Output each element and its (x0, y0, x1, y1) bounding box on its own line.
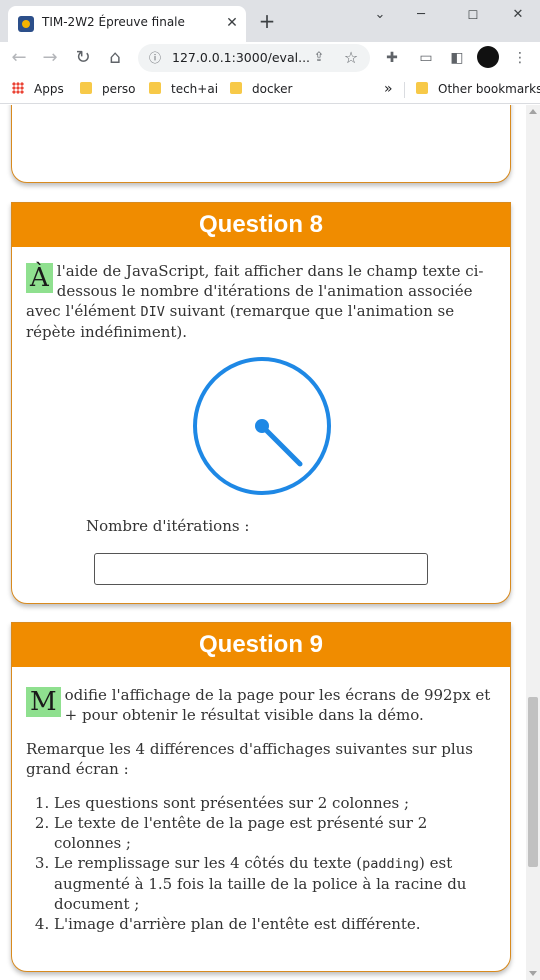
apps-grid-icon (12, 82, 24, 94)
share-icon[interactable]: ⇪ (310, 49, 328, 67)
question-8-code: DIV (140, 304, 165, 320)
list-item-text: Les questions sont présentées sur 2 colo… (54, 794, 410, 812)
list-item-text: Le texte de l'entête de la page est prés… (54, 814, 428, 852)
profile-avatar[interactable] (477, 46, 499, 68)
bookmark-folder-perso[interactable]: perso (80, 81, 136, 97)
folder-icon (416, 82, 428, 94)
list-item-text: L'image d'arrière plan de l'entête est d… (54, 915, 421, 933)
cast-icon[interactable]: ▭ (416, 48, 436, 68)
list-item-code: padding (362, 856, 420, 872)
question-9-remark: Remarque les 4 différences d'affichages … (26, 740, 473, 778)
site-favicon-icon (18, 16, 34, 32)
bookmark-label: Apps (34, 82, 64, 96)
question-9-body: Modifie l'affichage de la page pour les … (12, 667, 510, 934)
bookmark-star-icon[interactable]: ☆ (341, 48, 361, 68)
back-arrow-icon[interactable]: ← (7, 46, 31, 70)
folder-icon (149, 82, 161, 94)
animated-clock-div (193, 357, 331, 495)
reload-icon[interactable]: ↻ (71, 46, 95, 70)
question-9-title: Question 9 (12, 623, 510, 667)
bookmark-folder-tech-ai[interactable]: tech+ai (149, 81, 218, 97)
bookmark-label: tech+ai (171, 82, 219, 96)
scroll-down-arrow-icon[interactable] (529, 971, 537, 976)
new-tab-icon[interactable]: + (256, 10, 278, 32)
folder-icon (230, 82, 242, 94)
home-icon[interactable]: ⌂ (103, 46, 127, 70)
clock-hand (259, 423, 303, 467)
list-item: Les questions sont présentées sur 2 colo… (54, 793, 496, 813)
extensions-puzzle-icon[interactable]: ✚ (382, 48, 402, 68)
browser-toolbar: ← → ↻ ⌂ ⓘ 127.0.0.1:3000/eval... ⇪ ☆ ✚ ▭… (0, 42, 540, 74)
question-8-text: À l'aide de JavaScript, fait afficher da… (26, 261, 496, 342)
tab-close-icon[interactable]: ✕ (222, 13, 242, 33)
side-panel-icon[interactable]: ◧ (447, 48, 467, 68)
bookmarks-separator (404, 82, 405, 98)
url-text: 127.0.0.1:3000/eval... (172, 50, 311, 65)
tab-title: TIM-2W2 Épreuve finale (42, 15, 185, 29)
list-item-text: Le remplissage sur les 4 côtés du texte … (54, 854, 363, 872)
clock-pivot (255, 419, 269, 433)
browser-tab-active[interactable]: TIM-2W2 Épreuve finale ✕ (8, 6, 246, 42)
other-bookmarks[interactable]: Other bookmarks (416, 81, 540, 97)
browser-menu-icon[interactable]: ⋮ (510, 48, 530, 68)
question-card-9: Question 9 Modifie l'affichage de la pag… (11, 622, 511, 972)
question-card-8: Question 8 À l'aide de JavaScript, fait … (11, 202, 511, 604)
folder-icon (80, 82, 92, 94)
question-8-dropcap: À (26, 263, 53, 293)
browser-titlebar: TIM-2W2 Épreuve finale ✕ + ⌄ ─ ☐ ✕ (0, 0, 540, 42)
list-item: Le texte de l'entête de la page est prés… (54, 813, 496, 853)
minimize-icon[interactable]: ─ (408, 4, 434, 26)
bookmarks-overflow-button[interactable]: » (384, 81, 393, 97)
tab-search-chevron-icon[interactable]: ⌄ (367, 4, 393, 26)
page-viewport: Question 8 À l'aide de JavaScript, fait … (0, 105, 526, 980)
iterations-label: Nombre d'itérations : (86, 517, 250, 535)
bookmark-apps[interactable]: Apps (12, 81, 64, 97)
other-bookmarks-label: Other bookmarks (438, 82, 540, 96)
maximize-icon[interactable]: ☐ (460, 4, 486, 26)
window-close-icon[interactable]: ✕ (505, 4, 531, 26)
site-info-icon[interactable]: ⓘ (146, 49, 164, 67)
question-9-intro: Modifie l'affichage de la page pour les … (26, 685, 496, 725)
question-9-dropcap: M (26, 687, 61, 717)
question-8-title: Question 8 (12, 203, 510, 247)
list-item: L'image d'arrière plan de l'entête est d… (54, 914, 496, 934)
question-9-intro-text: odifie l'affichage de la page pour les é… (64, 686, 491, 724)
scroll-up-arrow-icon[interactable] (529, 109, 537, 114)
question-card-previous (11, 105, 511, 183)
question-8-body: À l'aide de JavaScript, fait afficher da… (12, 247, 510, 500)
differences-list: Les questions sont présentées sur 2 colo… (26, 793, 496, 934)
bookmark-folder-docker[interactable]: docker (230, 81, 292, 97)
bookmark-label: docker (252, 82, 293, 96)
bookmarks-bar: Apps perso tech+ai docker » Other bookma… (0, 74, 540, 104)
scrollbar-thumb[interactable] (528, 697, 538, 867)
iterations-input[interactable] (94, 553, 428, 585)
bookmark-label: perso (102, 82, 136, 96)
page-scrollbar[interactable] (526, 105, 540, 980)
animated-div-container (26, 352, 498, 500)
address-bar[interactable]: ⓘ 127.0.0.1:3000/eval... ⇪ ☆ (138, 44, 370, 72)
forward-arrow-icon[interactable]: → (38, 46, 62, 70)
list-item: Le remplissage sur les 4 côtés du texte … (54, 853, 496, 914)
